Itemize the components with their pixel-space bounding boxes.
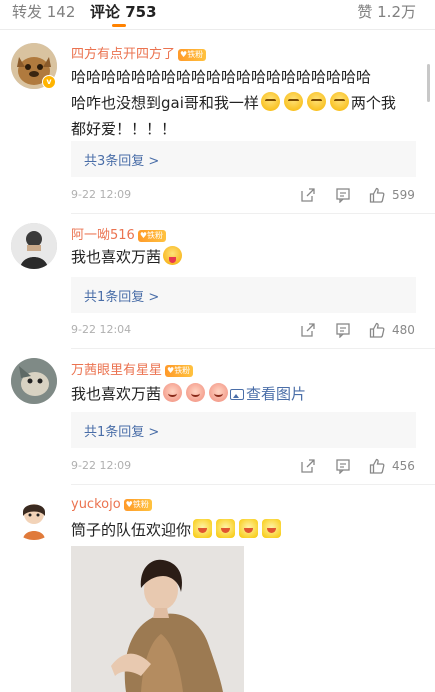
cheer-emoji-icon	[216, 519, 236, 538]
avatar[interactable]	[11, 494, 57, 540]
comment-icon[interactable]	[335, 187, 351, 203]
comment-text: 我也喜欢万茜	[71, 244, 419, 270]
cute-emoji-icon	[163, 383, 183, 402]
tab-comments[interactable]: 评论 753	[90, 1, 157, 22]
comment-time: 9-22 12:09	[71, 459, 132, 472]
tabs-divider	[0, 29, 435, 30]
cheer-emoji-icon	[239, 519, 259, 538]
replies-link[interactable]: 共1条回复 >	[71, 412, 416, 448]
fan-badge: ♥铁粉	[123, 499, 152, 511]
comment-text: 我也喜欢万茜 查看图片	[71, 383, 307, 403]
comment-icon[interactable]	[335, 322, 351, 338]
avatar[interactable]	[11, 223, 57, 269]
divider	[71, 484, 435, 485]
smug-emoji-icon	[306, 92, 326, 111]
thumbs-up-icon[interactable]	[369, 322, 385, 338]
comment-meta: 9-22 12:09 456	[71, 458, 416, 476]
username[interactable]: 万茜眼里有星星 ♥铁粉	[71, 359, 194, 378]
cheer-emoji-icon	[193, 519, 213, 538]
thumbs-up-icon[interactable]	[369, 187, 385, 203]
comment-tabs: 转发 142 评论 753 赞 1.2万	[0, 0, 435, 27]
like-count: 456	[392, 459, 415, 473]
username[interactable]: 四方有点开四方了 ♥铁粉	[71, 43, 207, 62]
verified-badge-icon: v	[42, 75, 56, 89]
share-icon[interactable]	[300, 187, 316, 203]
fan-badge: ♥铁粉	[165, 365, 194, 377]
like-count: 599	[392, 188, 415, 202]
view-picture-link[interactable]: 查看图片	[230, 385, 306, 403]
share-icon[interactable]	[300, 458, 316, 474]
comment-time: 9-22 12:09	[71, 188, 132, 201]
username[interactable]: yuckojo ♥铁粉	[71, 497, 152, 512]
smug-emoji-icon	[283, 92, 303, 111]
cute-emoji-icon	[186, 383, 206, 402]
thumbs-up-icon[interactable]	[369, 458, 385, 474]
fan-badge: ♥铁粉	[178, 49, 207, 61]
divider	[71, 213, 435, 214]
comment-meta: 9-22 12:09 599	[71, 187, 416, 205]
share-icon[interactable]	[300, 322, 316, 338]
replies-link[interactable]: 共1条回复 >	[71, 277, 416, 313]
comment-text: 筒子的队伍欢迎你	[71, 517, 419, 543]
smug-emoji-icon	[329, 92, 349, 111]
picture-icon	[230, 389, 245, 400]
comment-time: 9-22 12:04	[71, 323, 132, 336]
smug-emoji-icon	[260, 92, 280, 111]
username[interactable]: 阿一呦516 ♥铁粉	[71, 224, 166, 243]
tab-reposts[interactable]: 转发 142	[12, 1, 75, 22]
replies-link[interactable]: 共3条回复 >	[71, 141, 416, 177]
tongue-emoji-icon	[163, 246, 183, 265]
comment-meta: 9-22 12:04 480	[71, 322, 416, 340]
comment-text: 哈哈哈哈哈哈哈哈哈哈哈哈哈哈哈哈哈哈哈哈 哈咋也没想到gai哥和我一样 两个我 都…	[71, 68, 396, 138]
comment-photo[interactable]	[71, 546, 244, 692]
tab-likes[interactable]: 赞 1.2万	[357, 1, 416, 22]
cute-emoji-icon	[209, 383, 229, 402]
scrollbar[interactable]	[427, 64, 430, 102]
active-tab-indicator	[112, 24, 126, 27]
like-count: 480	[392, 323, 415, 337]
cheer-emoji-icon	[262, 519, 282, 538]
comment-icon[interactable]	[335, 458, 351, 474]
avatar[interactable]	[11, 358, 57, 404]
divider	[71, 348, 435, 349]
fan-badge: ♥铁粉	[137, 230, 166, 242]
